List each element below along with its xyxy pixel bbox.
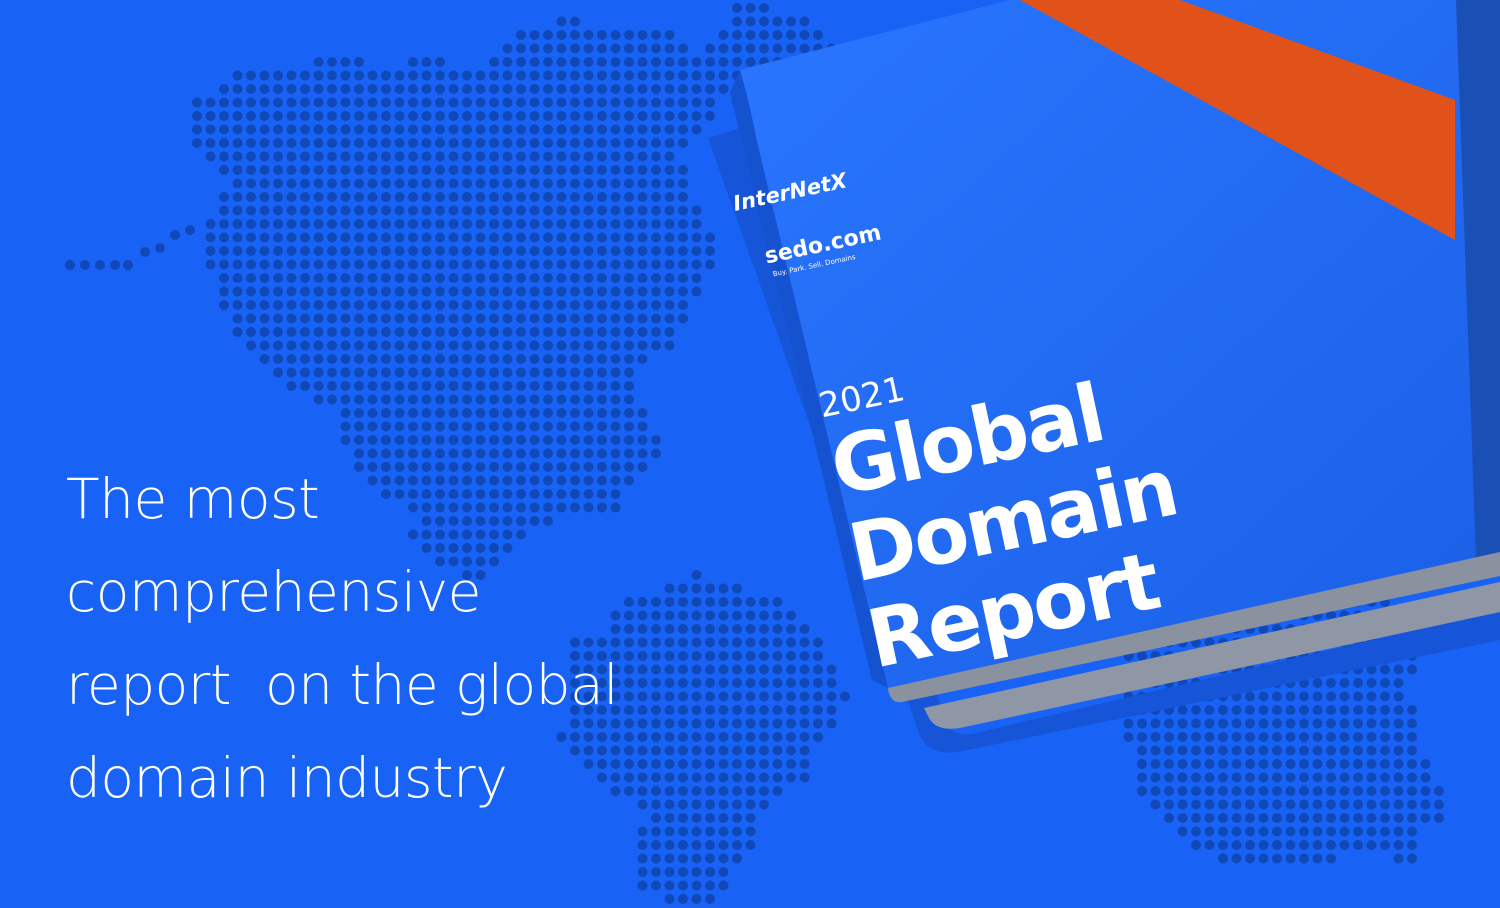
report-booklet-image: InterNetX sedo.com Buy. Park. Sell. Doma… [708, 0, 1500, 753]
hero-banner: The most comprehensive report on the glo… [0, 0, 1500, 908]
